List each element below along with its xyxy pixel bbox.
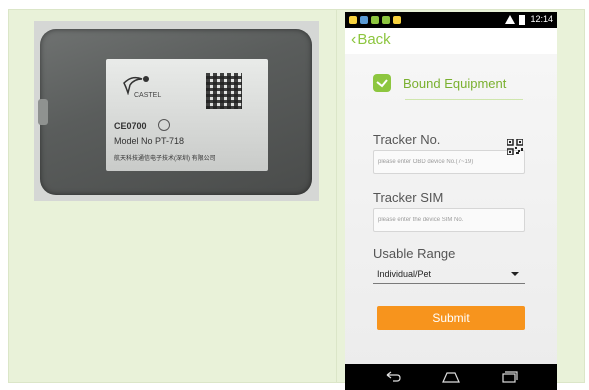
tracker-sim-input[interactable] bbox=[373, 208, 525, 232]
notification-icon bbox=[382, 16, 390, 24]
battery-icon bbox=[519, 15, 525, 25]
model-number: Model No PT-718 bbox=[114, 136, 185, 146]
notification-icon bbox=[349, 16, 357, 24]
company-name: 航天科技通信电子技术(深圳) 有限公司 bbox=[114, 156, 216, 162]
photo-panel: CASTEL CE0700 Model No PT-718 航天科技通信电子技术… bbox=[8, 9, 337, 383]
submit-button[interactable]: Submit bbox=[377, 306, 525, 330]
check-icon bbox=[373, 74, 391, 92]
tracker-no-input[interactable] bbox=[373, 150, 525, 174]
tracker-device: CASTEL CE0700 Model No PT-718 航天科技通信电子技术… bbox=[38, 29, 312, 195]
back-nav-icon[interactable] bbox=[383, 370, 403, 384]
tracker-no-label: Tracker No. bbox=[373, 132, 441, 147]
chevron-left-icon: ‹ bbox=[351, 30, 357, 48]
back-button[interactable]: ‹ Back bbox=[351, 31, 391, 48]
recent-apps-icon[interactable] bbox=[499, 370, 519, 384]
usable-range-label: Usable Range bbox=[373, 246, 456, 261]
app-bar: ‹ Back bbox=[345, 28, 557, 54]
status-time: 12:14 bbox=[530, 14, 553, 24]
tracker-sim-label: Tracker SIM bbox=[373, 190, 444, 205]
device-notch bbox=[38, 99, 48, 125]
notification-icon bbox=[371, 16, 379, 24]
notification-icon bbox=[360, 16, 368, 24]
status-bar: 12:14 bbox=[345, 12, 557, 28]
caret-down-icon bbox=[511, 271, 519, 276]
navigation-bar bbox=[345, 364, 557, 390]
form-content: Bound Equipment Tracker No. Tracker SIM … bbox=[345, 54, 557, 374]
usable-range-select[interactable]: Individual/Pet bbox=[373, 264, 525, 284]
qr-code-icon[interactable] bbox=[507, 139, 523, 155]
ce-mark: CE0700 bbox=[114, 121, 147, 131]
home-nav-icon[interactable] bbox=[441, 370, 461, 384]
notification-icon bbox=[393, 16, 401, 24]
back-label: Back bbox=[357, 31, 391, 48]
brand-text: CASTEL bbox=[134, 92, 162, 99]
device-photo: CASTEL CE0700 Model No PT-718 航天科技通信电子技术… bbox=[34, 21, 319, 201]
wifi-icon bbox=[505, 15, 515, 24]
section-divider bbox=[405, 99, 523, 100]
label-qr-code-icon bbox=[206, 73, 242, 109]
section-header: Bound Equipment bbox=[373, 74, 506, 92]
certification-mark-icon bbox=[158, 119, 170, 131]
section-title: Bound Equipment bbox=[403, 75, 507, 91]
usable-range-value: Individual/Pet bbox=[377, 268, 432, 279]
device-label: CASTEL CE0700 Model No PT-718 航天科技通信电子技术… bbox=[106, 59, 268, 171]
phone-screen: 12:14 ‹ Back Bound Equipment Tracker No.… bbox=[345, 12, 557, 390]
